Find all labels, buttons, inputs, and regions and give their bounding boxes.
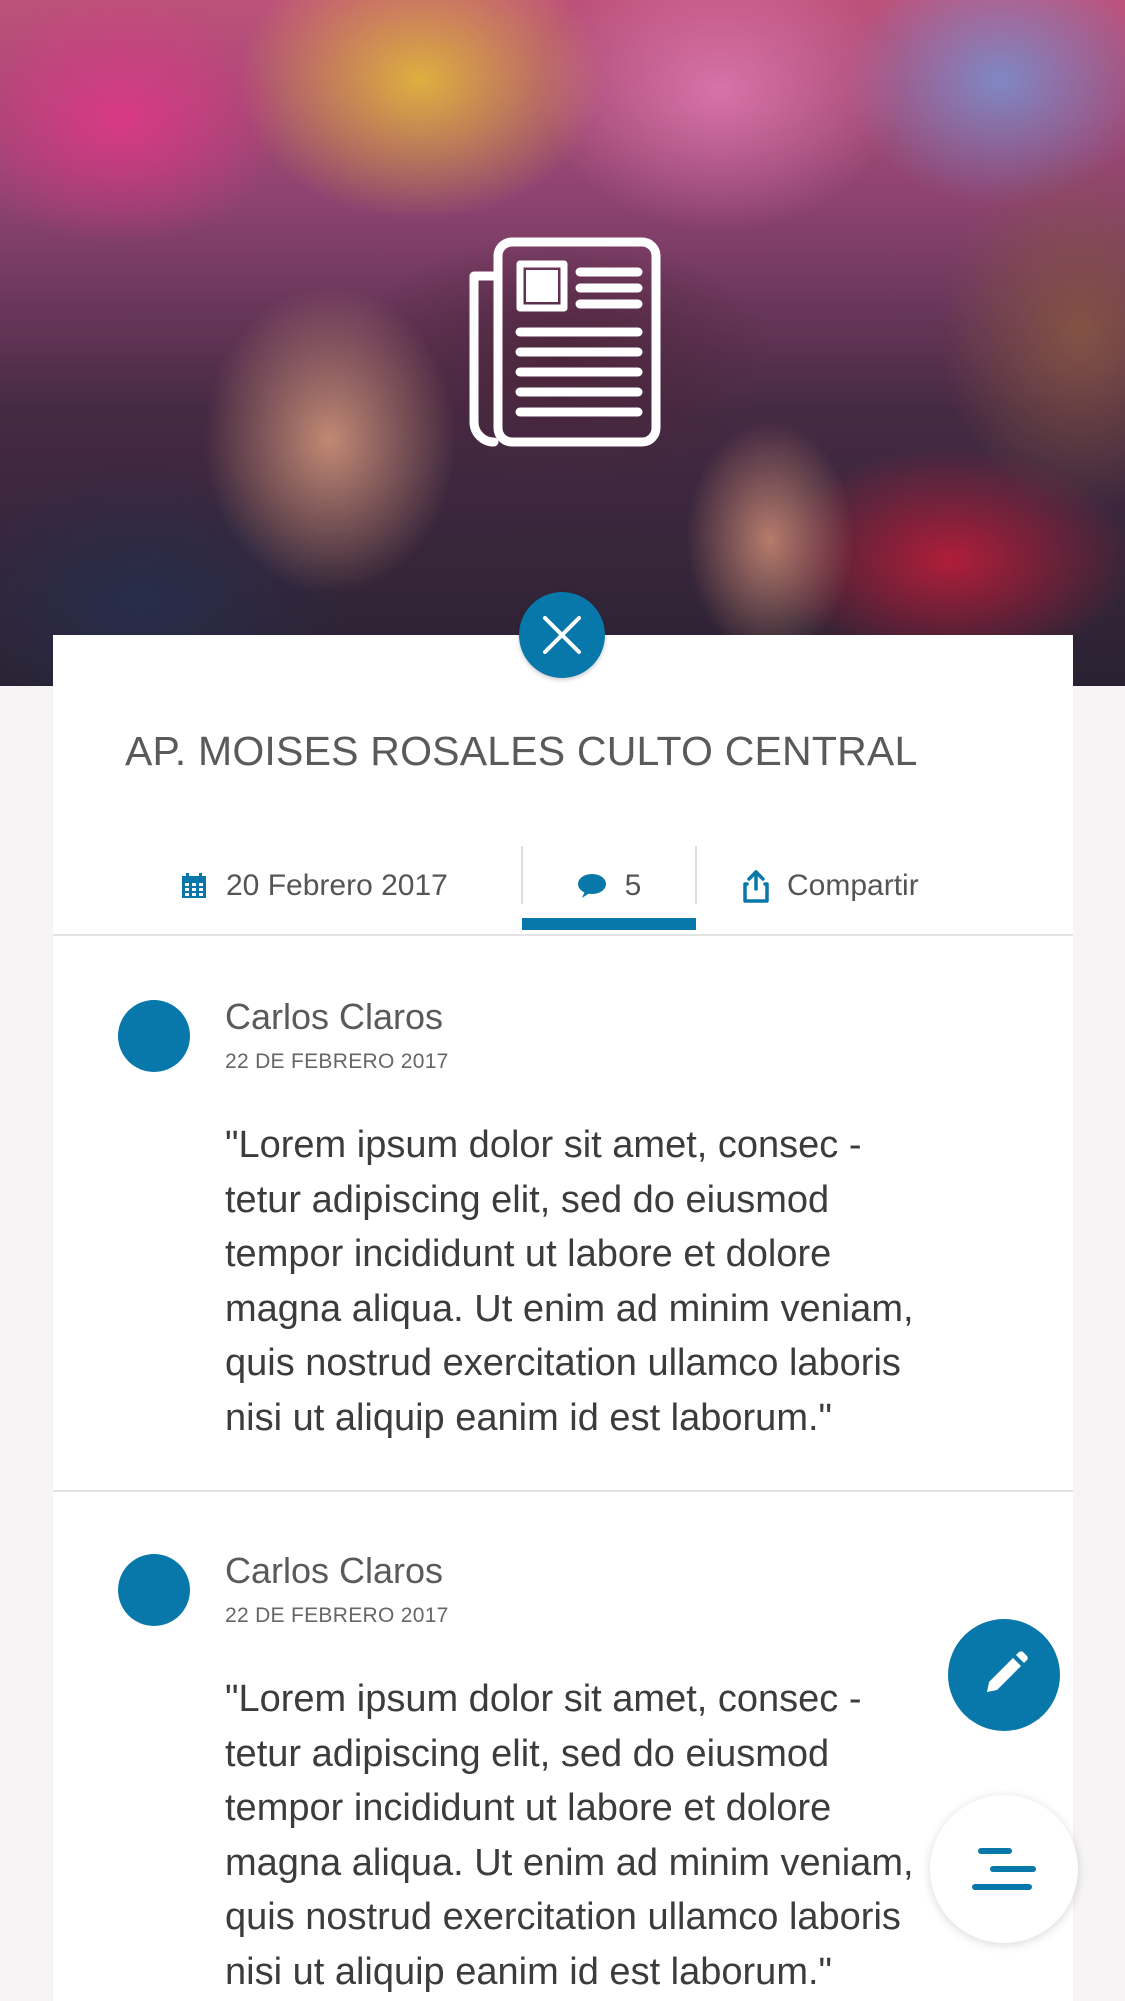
share-button[interactable]: Compartir bbox=[743, 840, 919, 932]
avatar[interactable] bbox=[118, 1554, 190, 1626]
comment-line: nisi ut aliquip eanim id est laborum." bbox=[225, 1396, 833, 1439]
comment-line: tetur adipiscing elit, sed do eiusmod bbox=[225, 1178, 830, 1221]
calendar-icon bbox=[182, 873, 206, 898]
menu-button[interactable] bbox=[930, 1795, 1078, 1943]
pencil-icon bbox=[987, 1651, 1028, 1692]
comment-line: quis nostrud exercitation ullamco labori… bbox=[225, 1896, 901, 1938]
article-date: 20 Febrero 2017 bbox=[180, 840, 448, 932]
active-tab-indicator bbox=[522, 918, 696, 930]
comment-bubble-icon bbox=[577, 874, 606, 898]
comment-body: "Lorem ipsum dolor sit amet, consec - te… bbox=[225, 1672, 1015, 1999]
comment-line: tetur adipiscing elit, sed do eiusmod bbox=[225, 1732, 830, 1775]
comment-date: 22 DE FEBRERO 2017 bbox=[225, 1604, 449, 1627]
comment-author: Carlos Claros bbox=[225, 996, 444, 1037]
comment-line: tempor incididunt ut labore et dolore bbox=[225, 1787, 832, 1829]
comment-line: magna aliqua. Ut enim ad minim veniam, bbox=[225, 1287, 914, 1330]
comment-author: Carlos Claros bbox=[225, 1550, 444, 1591]
meta-divider bbox=[695, 846, 697, 904]
hero-image bbox=[0, 0, 1125, 686]
comment-date: 22 DE FEBRERO 2017 bbox=[225, 1050, 449, 1073]
article-date-text: 20 Febrero 2017 bbox=[226, 869, 448, 902]
share-label: Compartir bbox=[787, 869, 919, 902]
tab-comments[interactable]: 5 bbox=[522, 840, 696, 932]
article-title: AP. MOISES ROSALES CULTO CENTRAL bbox=[125, 728, 918, 774]
comment-body: "Lorem ipsum dolor sit amet, consec - te… bbox=[225, 1118, 1015, 1445]
comment-line: "Lorem ipsum dolor sit amet, consec - bbox=[225, 1124, 862, 1166]
comments-count: 5 bbox=[624, 869, 642, 902]
newspaper-icon bbox=[469, 237, 661, 447]
comment-item: Carlos Claros 22 DE FEBRERO 2017 "Lorem … bbox=[53, 936, 1073, 1492]
comment-item: Carlos Claros 22 DE FEBRERO 2017 "Lorem … bbox=[53, 1490, 1073, 2001]
comment-line: magna aliqua. Ut enim ad minim veniam, bbox=[225, 1841, 914, 1884]
share-icon bbox=[743, 870, 769, 903]
comment-line: tempor incididunt ut labore et dolore bbox=[225, 1233, 832, 1275]
write-comment-button[interactable] bbox=[948, 1619, 1060, 1731]
article-meta-bar: 20 Febrero 2017 5 Compartir bbox=[53, 840, 1073, 936]
avatar[interactable] bbox=[118, 1000, 190, 1072]
comment-line: "Lorem ipsum dolor sit amet, consec - bbox=[225, 1678, 862, 1720]
close-button[interactable] bbox=[519, 592, 605, 678]
menu-icon bbox=[972, 1848, 1036, 1890]
comment-line: quis nostrud exercitation ullamco labori… bbox=[225, 1342, 901, 1384]
close-icon bbox=[543, 616, 581, 654]
comment-line: nisi ut aliquip eanim id est laborum." bbox=[225, 1950, 833, 1993]
